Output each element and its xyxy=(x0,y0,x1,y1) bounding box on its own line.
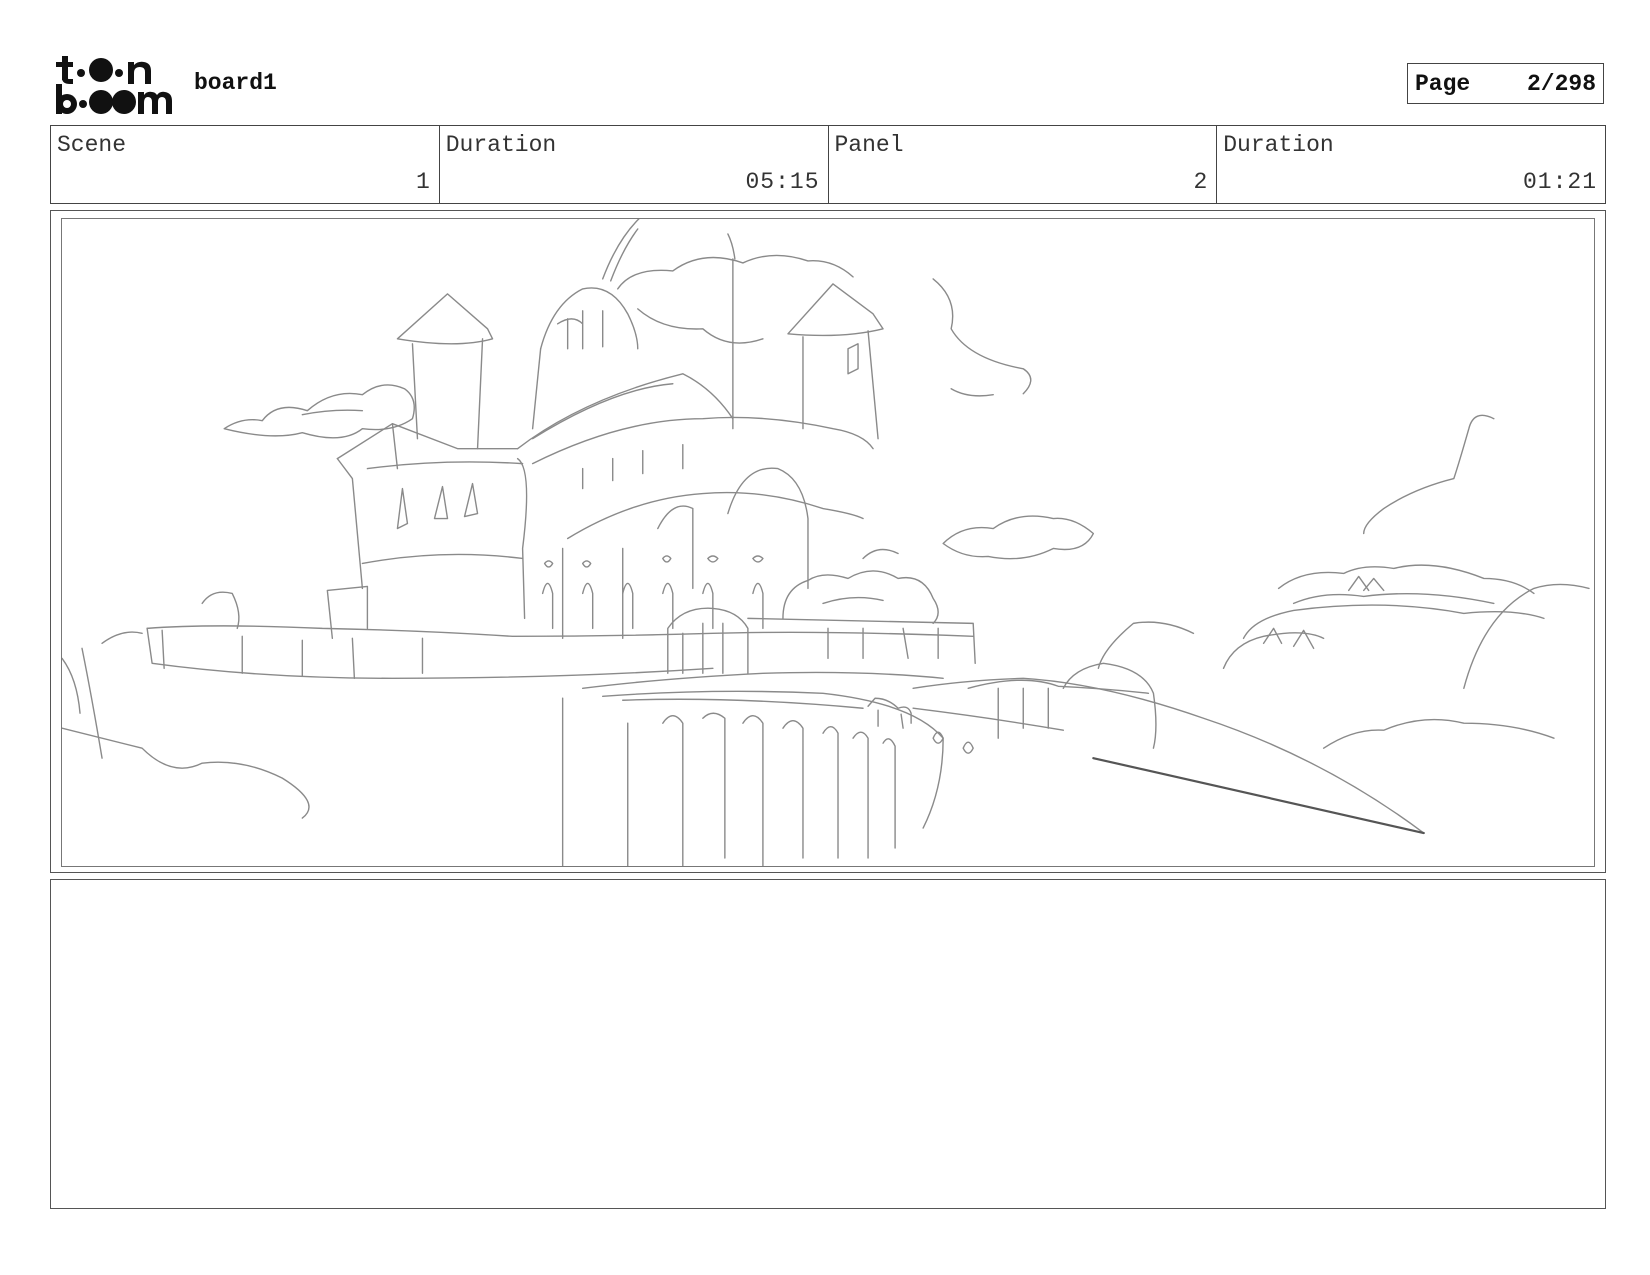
toonboom-logo xyxy=(54,54,172,116)
board-title: board1 xyxy=(194,70,277,96)
panel-notes-box[interactable] xyxy=(50,879,1606,1209)
scene-cell: Scene 1 xyxy=(51,126,440,203)
storyboard-panel xyxy=(50,210,1606,873)
panel-value: 2 xyxy=(1193,169,1209,195)
panel-info-row: Scene 1 Duration 05:15 Panel 2 Duration … xyxy=(50,125,1606,204)
panel-cell: Panel 2 xyxy=(829,126,1218,203)
scene-value: 1 xyxy=(415,169,431,195)
scene-duration-label: Duration xyxy=(445,132,557,158)
scene-duration-value: 05:15 xyxy=(745,169,820,195)
page-label: Page xyxy=(1415,70,1471,97)
panel-duration-value: 01:21 xyxy=(1522,169,1597,195)
scene-duration-cell: Duration 05:15 xyxy=(440,126,829,203)
panel-image-area xyxy=(61,218,1595,867)
panel-notes-text xyxy=(51,880,1605,896)
panel-duration-label: Duration xyxy=(1223,132,1334,158)
page-number: 2/298 xyxy=(1526,70,1596,97)
castle-landscape-sketch xyxy=(62,219,1590,866)
page-indicator: Page 2/298 xyxy=(1407,63,1604,104)
scene-label: Scene xyxy=(57,132,127,158)
panel-duration-cell: Duration 01:21 xyxy=(1217,126,1605,203)
panel-label: Panel xyxy=(834,132,904,158)
